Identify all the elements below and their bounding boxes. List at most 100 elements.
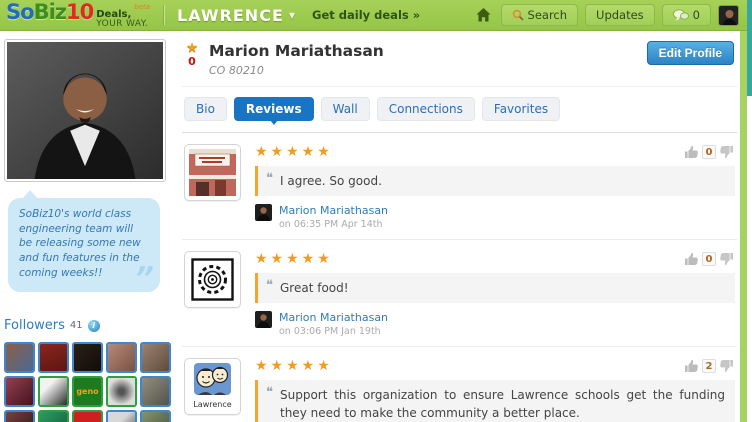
home-icon[interactable]	[475, 7, 492, 23]
review-text: I agree. So good.	[280, 174, 382, 188]
user-avatar[interactable]	[718, 4, 739, 26]
status-bubble-text: SoBiz10's world class engineering team w…	[19, 208, 141, 279]
review-body: ★★★★★ ❝ I agree. So good. Marion Mariath…	[255, 144, 737, 230]
content-green-border	[740, 31, 747, 422]
review-author: Marion Mariathasan on 03:06 PM Jan 19th	[255, 311, 735, 337]
chat-bubbles-icon	[672, 8, 689, 21]
thumbs-up-icon[interactable]	[684, 359, 699, 373]
page-title: Marion Mariathasan	[209, 42, 384, 60]
follower-avatar[interactable]	[38, 376, 69, 408]
beta-label: beta	[134, 2, 151, 11]
logo-tagline: Deals,beta YOUR WAY.	[96, 2, 150, 29]
author-name-link[interactable]: Marion Mariathasan	[279, 204, 388, 217]
messages-button[interactable]: 0	[661, 4, 711, 26]
author-avatar[interactable]	[255, 204, 272, 221]
profile-tabs: Bio Reviews Wall Connections Favorites	[182, 87, 737, 133]
thumbs-down-icon[interactable]	[719, 145, 734, 159]
sobiz10-logo[interactable]: So Biz 10 Deals,beta YOUR WAY.	[6, 0, 150, 29]
tab-favorites[interactable]: Favorites	[481, 97, 561, 121]
vote-controls: 2	[684, 359, 734, 373]
rank-badge: ★ 0	[182, 40, 202, 77]
vote-controls: 0	[684, 145, 734, 159]
follower-avatar[interactable]	[106, 410, 137, 422]
search-button-label: Search	[527, 8, 568, 22]
review-item: ★★★★★ ❝ I agree. So good. Marion Mariath…	[182, 133, 737, 240]
thumbs-down-icon[interactable]	[719, 359, 734, 373]
header-divider	[164, 5, 166, 25]
tab-connections[interactable]: Connections	[376, 97, 475, 121]
page: So Biz 10 Deals,beta YOUR WAY. LAWRENCE …	[0, 0, 752, 422]
follower-avatar[interactable]	[140, 342, 171, 374]
updates-button[interactable]: Updates	[585, 4, 655, 26]
tagline-deals: Deals,	[96, 8, 132, 20]
thumbs-up-icon[interactable]	[684, 252, 699, 266]
quote-icon: ❝	[266, 385, 273, 400]
follower-avatar[interactable]	[140, 410, 171, 422]
review-quote: ❝ Support this organization to ensure La…	[255, 380, 735, 422]
follower-avatar[interactable]	[106, 342, 137, 374]
messages-count: 0	[692, 8, 700, 22]
tab-wall[interactable]: Wall	[320, 97, 370, 121]
follower-avatar[interactable]	[140, 376, 171, 408]
header-actions: Search Updates 0	[475, 4, 739, 26]
vote-count: 0	[702, 252, 716, 266]
quote-icon: ”	[134, 261, 154, 297]
followers-count: 41	[69, 320, 83, 332]
author-avatar[interactable]	[255, 311, 272, 328]
logo-so: So	[6, 0, 35, 24]
review-thumbnail-bakery[interactable]	[184, 144, 241, 201]
vote-count: 0	[702, 145, 716, 159]
thumbs-down-icon[interactable]	[719, 252, 734, 266]
star-rating: ★★★★★	[255, 144, 333, 160]
tab-reviews[interactable]: Reviews	[233, 97, 314, 125]
follower-avatar[interactable]	[4, 410, 35, 422]
vote-controls: 0	[684, 252, 734, 266]
info-icon[interactable]: i	[87, 319, 100, 332]
follower-avatar[interactable]	[38, 342, 69, 374]
follower-avatar[interactable]	[38, 410, 69, 422]
author-name-link[interactable]: Marion Mariathasan	[279, 311, 388, 324]
vote-count: 2	[702, 359, 716, 373]
follower-avatar[interactable]: geno	[72, 376, 103, 408]
quote-icon: ❝	[266, 278, 273, 293]
follower-avatar[interactable]	[4, 342, 35, 374]
chevron-down-icon: ▼	[288, 10, 297, 20]
review-quote: ❝ Great food!	[255, 273, 735, 303]
review-date: on 06:35 PM Apr 14th	[279, 219, 383, 230]
review-text: Support this organization to ensure Lawr…	[280, 388, 725, 420]
follower-avatar[interactable]	[106, 376, 137, 408]
review-body: ★★★★★ ❝ Support this organization to ens…	[255, 358, 737, 422]
thumbnail-label: Lawrence	[193, 400, 232, 409]
followers-header: Followers 41 i	[4, 318, 172, 333]
review-author: Marion Mariathasan on 06:35 PM Apr 14th	[255, 204, 735, 230]
search-icon	[512, 9, 524, 21]
city-selector[interactable]: LAWRENCE ▼	[177, 6, 296, 25]
profile-header: ★ 0 Marion Mariathasan CO 80210 Edit Pro…	[182, 41, 737, 87]
review-text: Great food!	[280, 281, 349, 295]
logo-biz: Biz	[33, 0, 67, 24]
tab-bio[interactable]: Bio	[184, 97, 227, 121]
profile-location: CO 80210	[209, 64, 264, 77]
edit-profile-button[interactable]: Edit Profile	[646, 41, 734, 65]
review-quote: ❝ I agree. So good.	[255, 166, 735, 196]
logo-10: 10	[66, 0, 94, 24]
followers-grid: geno 10	[4, 342, 172, 422]
profile-main: ★ 0 Marion Mariathasan CO 80210 Edit Pro…	[172, 32, 740, 422]
thumbs-up-icon[interactable]	[684, 145, 699, 159]
quote-icon: ❝	[266, 171, 273, 186]
review-thumbnail-lawrence[interactable]: Lawrence	[184, 358, 241, 415]
search-button[interactable]: Search	[500, 4, 579, 26]
get-daily-deals-link[interactable]: Get daily deals »	[312, 8, 420, 22]
status-bubble: SoBiz10's world class engineering team w…	[8, 189, 160, 296]
follower-avatar[interactable]	[4, 376, 35, 408]
sidebar: SoBiz10's world class engineering team w…	[0, 32, 172, 422]
page-background-edge	[747, 0, 752, 96]
follower-avatar[interactable]	[72, 342, 103, 374]
review-body: ★★★★★ ❝ Great food! Marion Mariathasan o…	[255, 251, 737, 337]
review-thumbnail-logo[interactable]	[184, 251, 241, 308]
star-rating: ★★★★★	[255, 251, 333, 267]
city-name: LAWRENCE	[177, 5, 284, 25]
star-badge-icon: ★	[185, 40, 199, 56]
follower-avatar[interactable]: 10	[72, 410, 103, 422]
profile-photo	[4, 39, 166, 182]
